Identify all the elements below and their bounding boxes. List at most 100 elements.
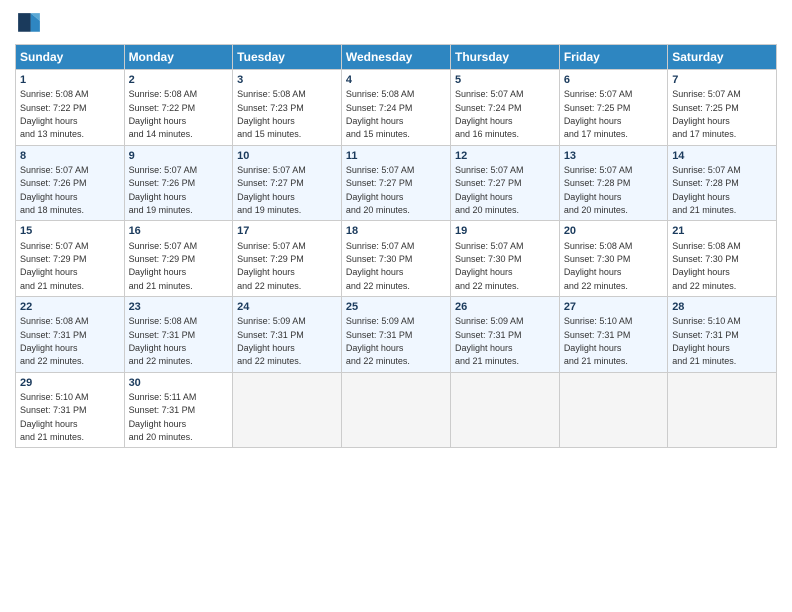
calendar-cell: 23 Sunrise: 5:08 AMSunset: 7:31 PMDaylig… [124, 297, 233, 373]
calendar-cell [668, 372, 777, 448]
day-number: 15 [20, 224, 120, 238]
calendar-cell: 1 Sunrise: 5:08 AMSunset: 7:22 PMDayligh… [16, 70, 125, 146]
day-number: 3 [237, 73, 337, 87]
calendar-cell: 30 Sunrise: 5:11 AMSunset: 7:31 PMDaylig… [124, 372, 233, 448]
day-info: Sunrise: 5:10 AMSunset: 7:31 PMDaylight … [20, 392, 89, 442]
day-number: 27 [564, 300, 663, 314]
header [15, 10, 777, 38]
calendar-cell: 2 Sunrise: 5:08 AMSunset: 7:22 PMDayligh… [124, 70, 233, 146]
day-number: 22 [20, 300, 120, 314]
day-number: 2 [129, 73, 229, 87]
day-number: 21 [672, 224, 772, 238]
day-number: 20 [564, 224, 663, 238]
day-number: 16 [129, 224, 229, 238]
day-number: 30 [129, 376, 229, 390]
day-info: Sunrise: 5:08 AMSunset: 7:22 PMDaylight … [20, 89, 89, 139]
day-info: Sunrise: 5:08 AMSunset: 7:31 PMDaylight … [20, 316, 89, 366]
day-number: 6 [564, 73, 663, 87]
day-info: Sunrise: 5:07 AMSunset: 7:30 PMDaylight … [455, 241, 524, 291]
day-number: 7 [672, 73, 772, 87]
day-info: Sunrise: 5:07 AMSunset: 7:26 PMDaylight … [129, 165, 198, 215]
day-info: Sunrise: 5:07 AMSunset: 7:27 PMDaylight … [455, 165, 524, 215]
calendar-cell: 19 Sunrise: 5:07 AMSunset: 7:30 PMDaylig… [450, 221, 559, 297]
calendar-table: SundayMondayTuesdayWednesdayThursdayFrid… [15, 44, 777, 448]
calendar-cell: 11 Sunrise: 5:07 AMSunset: 7:27 PMDaylig… [341, 145, 450, 221]
calendar-cell: 27 Sunrise: 5:10 AMSunset: 7:31 PMDaylig… [559, 297, 667, 373]
day-number: 28 [672, 300, 772, 314]
page: SundayMondayTuesdayWednesdayThursdayFrid… [0, 0, 792, 612]
calendar-cell: 5 Sunrise: 5:07 AMSunset: 7:24 PMDayligh… [450, 70, 559, 146]
day-number: 11 [346, 149, 446, 163]
day-of-week-header: Tuesday [233, 45, 342, 70]
calendar-cell: 14 Sunrise: 5:07 AMSunset: 7:28 PMDaylig… [668, 145, 777, 221]
day-info: Sunrise: 5:10 AMSunset: 7:31 PMDaylight … [564, 316, 633, 366]
day-info: Sunrise: 5:07 AMSunset: 7:29 PMDaylight … [20, 241, 89, 291]
day-number: 12 [455, 149, 555, 163]
day-info: Sunrise: 5:10 AMSunset: 7:31 PMDaylight … [672, 316, 741, 366]
day-info: Sunrise: 5:09 AMSunset: 7:31 PMDaylight … [346, 316, 415, 366]
day-number: 17 [237, 224, 337, 238]
day-info: Sunrise: 5:07 AMSunset: 7:26 PMDaylight … [20, 165, 89, 215]
day-info: Sunrise: 5:07 AMSunset: 7:28 PMDaylight … [564, 165, 633, 215]
day-number: 25 [346, 300, 446, 314]
day-number: 4 [346, 73, 446, 87]
calendar-cell: 18 Sunrise: 5:07 AMSunset: 7:30 PMDaylig… [341, 221, 450, 297]
calendar-cell: 17 Sunrise: 5:07 AMSunset: 7:29 PMDaylig… [233, 221, 342, 297]
calendar-cell [559, 372, 667, 448]
day-info: Sunrise: 5:07 AMSunset: 7:25 PMDaylight … [564, 89, 633, 139]
day-info: Sunrise: 5:07 AMSunset: 7:27 PMDaylight … [346, 165, 415, 215]
day-info: Sunrise: 5:08 AMSunset: 7:24 PMDaylight … [346, 89, 415, 139]
day-info: Sunrise: 5:09 AMSunset: 7:31 PMDaylight … [455, 316, 524, 366]
calendar-cell: 16 Sunrise: 5:07 AMSunset: 7:29 PMDaylig… [124, 221, 233, 297]
day-number: 5 [455, 73, 555, 87]
day-number: 19 [455, 224, 555, 238]
day-info: Sunrise: 5:08 AMSunset: 7:23 PMDaylight … [237, 89, 306, 139]
calendar-cell: 28 Sunrise: 5:10 AMSunset: 7:31 PMDaylig… [668, 297, 777, 373]
calendar-cell: 24 Sunrise: 5:09 AMSunset: 7:31 PMDaylig… [233, 297, 342, 373]
day-number: 13 [564, 149, 663, 163]
day-of-week-header: Saturday [668, 45, 777, 70]
calendar-cell: 20 Sunrise: 5:08 AMSunset: 7:30 PMDaylig… [559, 221, 667, 297]
calendar-cell [233, 372, 342, 448]
day-info: Sunrise: 5:07 AMSunset: 7:25 PMDaylight … [672, 89, 741, 139]
day-info: Sunrise: 5:07 AMSunset: 7:24 PMDaylight … [455, 89, 524, 139]
day-number: 18 [346, 224, 446, 238]
calendar-cell: 9 Sunrise: 5:07 AMSunset: 7:26 PMDayligh… [124, 145, 233, 221]
day-of-week-header: Wednesday [341, 45, 450, 70]
calendar-cell: 8 Sunrise: 5:07 AMSunset: 7:26 PMDayligh… [16, 145, 125, 221]
calendar-cell: 4 Sunrise: 5:08 AMSunset: 7:24 PMDayligh… [341, 70, 450, 146]
day-number: 1 [20, 73, 120, 87]
calendar-cell: 12 Sunrise: 5:07 AMSunset: 7:27 PMDaylig… [450, 145, 559, 221]
day-of-week-header: Thursday [450, 45, 559, 70]
day-info: Sunrise: 5:08 AMSunset: 7:31 PMDaylight … [129, 316, 198, 366]
day-info: Sunrise: 5:11 AMSunset: 7:31 PMDaylight … [129, 392, 197, 442]
calendar-cell: 7 Sunrise: 5:07 AMSunset: 7:25 PMDayligh… [668, 70, 777, 146]
calendar-cell: 29 Sunrise: 5:10 AMSunset: 7:31 PMDaylig… [16, 372, 125, 448]
day-number: 23 [129, 300, 229, 314]
day-number: 9 [129, 149, 229, 163]
day-number: 10 [237, 149, 337, 163]
day-info: Sunrise: 5:07 AMSunset: 7:29 PMDaylight … [129, 241, 198, 291]
logo-icon [15, 10, 43, 38]
day-of-week-header: Friday [559, 45, 667, 70]
day-of-week-header: Monday [124, 45, 233, 70]
day-info: Sunrise: 5:08 AMSunset: 7:22 PMDaylight … [129, 89, 198, 139]
calendar-cell: 26 Sunrise: 5:09 AMSunset: 7:31 PMDaylig… [450, 297, 559, 373]
day-number: 26 [455, 300, 555, 314]
day-info: Sunrise: 5:07 AMSunset: 7:28 PMDaylight … [672, 165, 741, 215]
logo [15, 10, 47, 38]
day-of-week-header: Sunday [16, 45, 125, 70]
calendar-cell: 6 Sunrise: 5:07 AMSunset: 7:25 PMDayligh… [559, 70, 667, 146]
calendar-cell [341, 372, 450, 448]
day-info: Sunrise: 5:09 AMSunset: 7:31 PMDaylight … [237, 316, 306, 366]
day-info: Sunrise: 5:07 AMSunset: 7:29 PMDaylight … [237, 241, 306, 291]
calendar-cell: 21 Sunrise: 5:08 AMSunset: 7:30 PMDaylig… [668, 221, 777, 297]
day-number: 14 [672, 149, 772, 163]
calendar-cell: 10 Sunrise: 5:07 AMSunset: 7:27 PMDaylig… [233, 145, 342, 221]
day-number: 24 [237, 300, 337, 314]
calendar-cell: 25 Sunrise: 5:09 AMSunset: 7:31 PMDaylig… [341, 297, 450, 373]
calendar-cell: 22 Sunrise: 5:08 AMSunset: 7:31 PMDaylig… [16, 297, 125, 373]
calendar-cell: 13 Sunrise: 5:07 AMSunset: 7:28 PMDaylig… [559, 145, 667, 221]
day-number: 8 [20, 149, 120, 163]
day-info: Sunrise: 5:08 AMSunset: 7:30 PMDaylight … [564, 241, 633, 291]
